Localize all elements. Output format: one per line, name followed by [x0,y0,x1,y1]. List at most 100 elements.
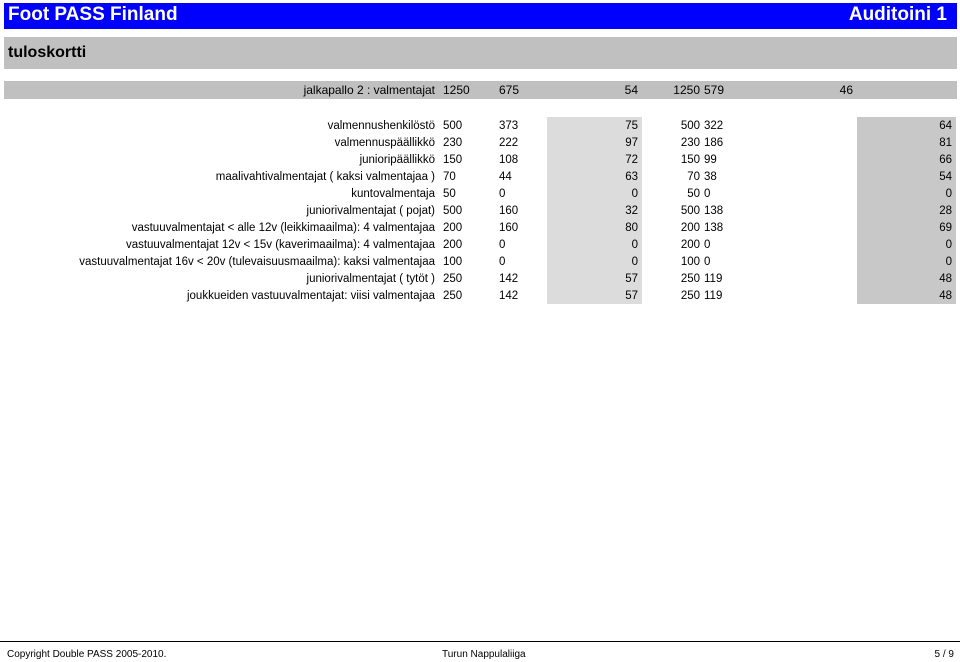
row-value-2: 222 [499,136,519,149]
item-row: kuntovalmentaja 50 0 0 50 0 0 [4,185,956,202]
row-spacer [754,219,857,236]
row-percent-1: 63 [547,168,642,185]
row-value-2: 373 [499,119,519,132]
summary-v5: 579 [700,81,754,99]
audit-title: Auditoini 1 [848,4,947,25]
row-label: junioripäällikkö [359,153,435,166]
summary-v1: 1250 [439,81,495,99]
row-value-4: 200 [680,221,700,234]
row-value-4: 500 [680,204,700,217]
row-value-5: 119 [704,272,723,285]
summary-row: jalkapallo 2 : valmentajat 1250 675 54 1… [4,81,957,99]
row-value-2: 108 [499,153,519,166]
item-row: joukkueiden vastuuvalmentajat: viisi val… [4,287,956,304]
row-value-5: 322 [704,119,724,132]
row-value-1: 250 [443,289,463,302]
row-percent-1: 57 [547,287,642,304]
row-percent-2: 54 [857,168,956,185]
organization-name: Turun Nappulaliiga [442,649,526,660]
summary-label: jalkapallo 2 : valmentajat [4,81,439,99]
row-label: valmennuspäällikkö [334,136,435,149]
row-label: juniorivalmentajat ( tytöt ) [306,272,435,285]
row-percent-2: 48 [857,287,956,304]
row-value-5: 138 [704,204,724,217]
row-value-5: 99 [704,153,717,166]
item-row: vastuuvalmentajat 16v < 20v (tulevaisuus… [4,253,956,270]
row-value-5: 38 [704,170,717,183]
row-percent-1: 57 [547,270,642,287]
row-value-4: 70 [687,170,700,183]
row-value-4: 250 [680,289,700,302]
row-value-2: 142 [499,289,519,302]
row-percent-1: 75 [547,117,642,134]
section-row: valmennushenkilöstö 500 373 75 500 322 64 [4,117,956,134]
row-percent-2: 66 [857,151,956,168]
scorecard-table: valmennushenkilöstö 500 373 75 500 322 64 valme… [4,117,956,304]
row-value-5: 138 [704,221,724,234]
row-label: vastuuvalmentajat 12v < 15v (kaverimaail… [125,238,435,251]
row-label: maalivahtivalmentajat ( kaksi valmentaja… [215,170,435,183]
row-value-2: 160 [499,204,519,217]
page-number: 5 / 9 [934,649,954,660]
row-spacer [754,236,857,253]
row-label: kuntovalmentaja [351,187,435,200]
row-percent-1: 80 [547,219,642,236]
row-value-4: 230 [680,136,700,149]
item-row: valmennuspäällikkö 230 222 97 230 186 81 [4,134,956,151]
item-row: vastuuvalmentajat < alle 12v (leikkimaai… [4,219,956,236]
section-row: juniorivalmentajat ( pojat) 500 160 32 500 13… [4,202,956,219]
row-spacer [754,151,857,168]
item-row: vastuuvalmentajat 12v < 15v (kaverimaail… [4,236,956,253]
row-value-4: 50 [687,187,700,200]
row-percent-2: 0 [857,236,956,253]
summary-v4: 1250 [642,81,700,99]
copyright-text: Copyright Double PASS 2005-2010. [7,649,167,660]
row-value-1: 200 [443,238,463,251]
row-value-1: 230 [443,136,463,149]
row-value-2: 0 [499,238,506,251]
row-label: vastuuvalmentajat < alle 12v (leikkimaai… [131,221,435,234]
row-value-1: 150 [443,153,463,166]
row-percent-2: 48 [857,270,956,287]
section-row: juniorivalmentajat ( tytöt ) 250 142 57 250 1… [4,270,956,287]
row-value-1: 50 [443,187,456,200]
row-percent-2: 64 [857,117,956,134]
row-value-5: 0 [704,255,711,268]
report-header: Foot PASS Finland Auditoini 1 [4,3,957,29]
item-row: maalivahtivalmentajat ( kaksi valmentaja… [4,168,956,185]
summary-table: jalkapallo 2 : valmentajat 1250 675 54 1… [4,81,957,99]
row-value-1: 500 [443,119,463,132]
row-value-1: 200 [443,221,463,234]
row-value-5: 0 [704,238,711,251]
row-spacer [754,287,857,304]
page-footer: Copyright Double PASS 2005-2010. Turun N… [0,641,960,662]
row-value-5: 119 [704,289,723,302]
row-percent-1: 72 [547,151,642,168]
row-percent-1: 0 [547,185,642,202]
row-value-1: 500 [443,204,463,217]
row-spacer [754,117,857,134]
row-value-4: 150 [680,153,700,166]
brand-title: Foot PASS Finland [8,4,178,25]
row-value-2: 44 [499,170,512,183]
row-value-1: 100 [443,255,463,268]
section-title: tuloskortti [8,44,87,61]
row-percent-1: 0 [547,236,642,253]
row-percent-1: 0 [547,253,642,270]
row-label: vastuuvalmentajat 16v < 20v (tulevaisuus… [79,255,435,268]
row-percent-2: 0 [857,185,956,202]
item-row: junioripäällikkö 150 108 72 150 99 66 [4,151,956,168]
row-percent-2: 28 [857,202,956,219]
row-spacer [754,168,857,185]
row-spacer [754,185,857,202]
row-label: joukkueiden vastuuvalmentajat: viisi val… [186,289,435,302]
section-title-bar: tuloskortti [4,37,957,69]
row-percent-1: 97 [547,134,642,151]
row-percent-2: 0 [857,253,956,270]
summary-v2: 675 [495,81,547,99]
row-label: juniorivalmentajat ( pojat) [306,204,435,217]
row-value-2: 160 [499,221,519,234]
row-percent-2: 81 [857,134,956,151]
row-spacer [754,202,857,219]
row-percent-2: 69 [857,219,956,236]
